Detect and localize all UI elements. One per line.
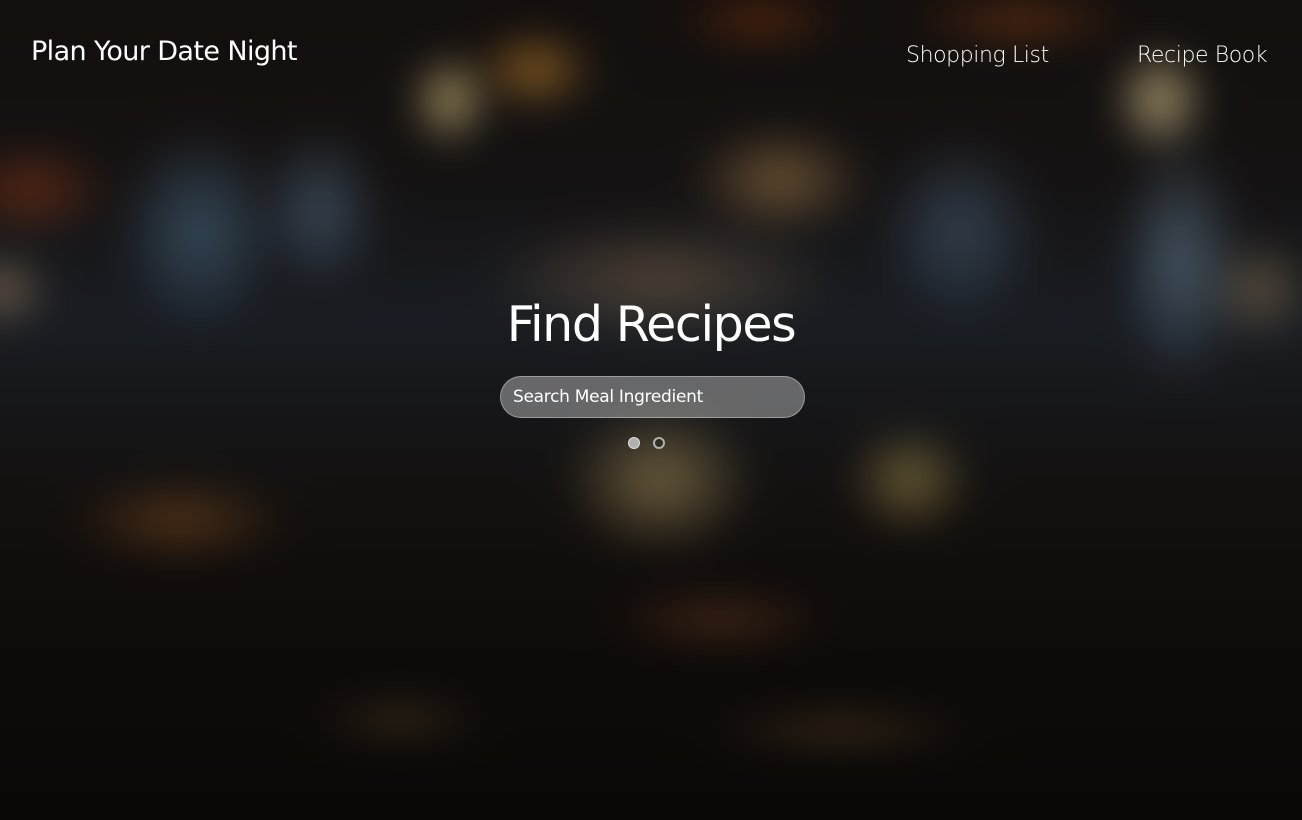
search-container <box>500 376 805 418</box>
page: Plan Your Date Night Shopping List Recip… <box>0 0 1302 820</box>
top-nav: Plan Your Date Night Shopping List Recip… <box>0 0 1302 100</box>
search-input[interactable] <box>500 376 805 418</box>
carousel-dot-2[interactable] <box>653 437 665 449</box>
nav-link-shopping-list[interactable]: Shopping List <box>906 40 1049 72</box>
carousel-dot-1[interactable] <box>628 437 640 449</box>
brand-title[interactable]: Plan Your Date Night <box>31 34 298 70</box>
hero-section: Find Recipes <box>0 290 1302 449</box>
nav-link-recipe-book[interactable]: Recipe Book <box>1137 40 1268 72</box>
hero-title: Find Recipes <box>506 296 797 353</box>
